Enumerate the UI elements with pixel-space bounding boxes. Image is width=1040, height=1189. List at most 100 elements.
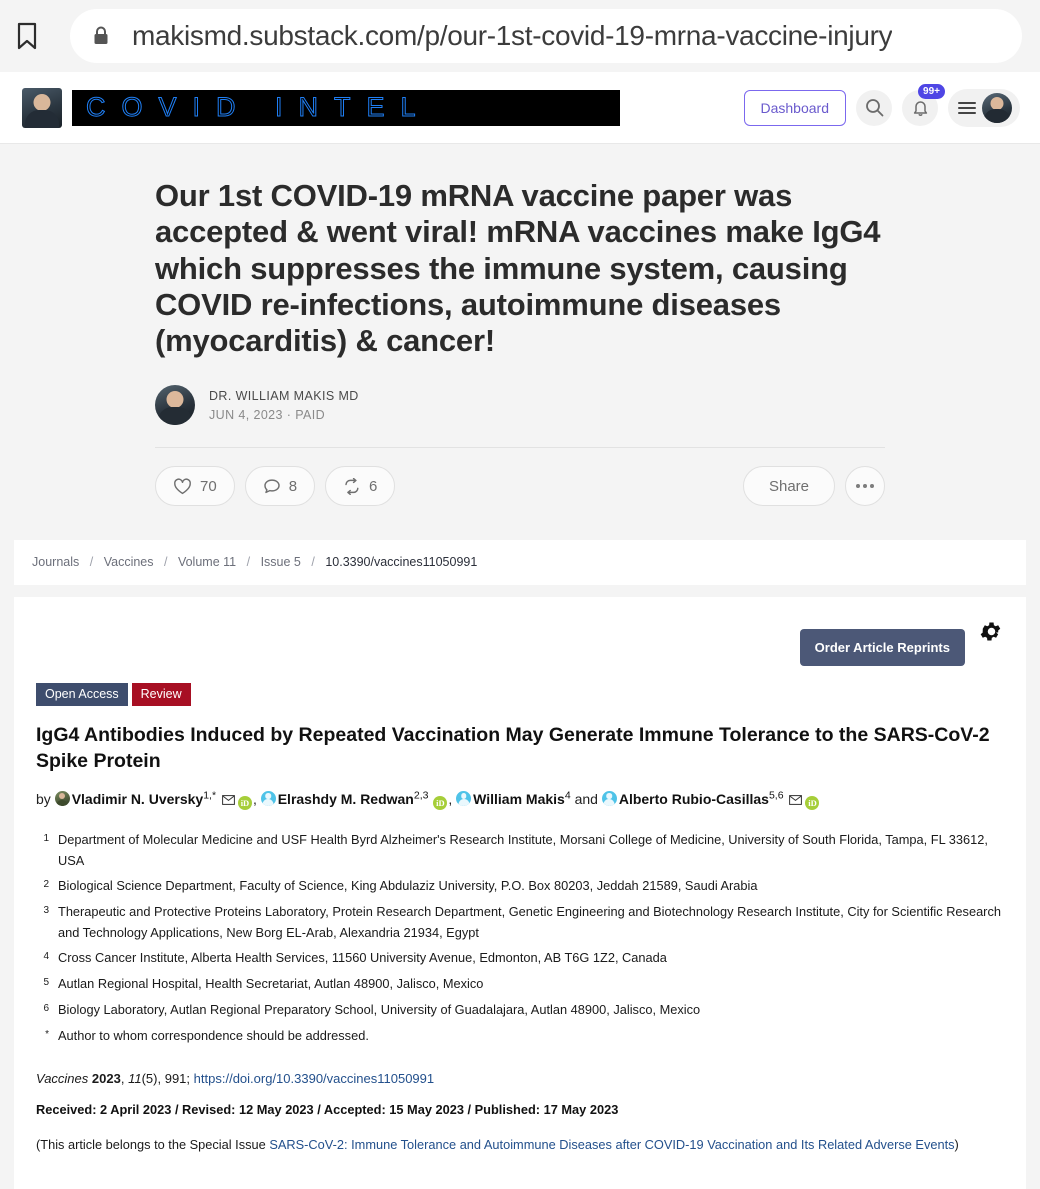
breadcrumb-item-journals[interactable]: Journals xyxy=(32,555,79,569)
orcid-icon[interactable]: iD xyxy=(433,795,448,810)
comment-icon xyxy=(263,479,280,493)
notification-badge: 99+ xyxy=(918,83,945,99)
breadcrumb-current: 10.3390/vaccines11050991 xyxy=(325,555,478,570)
author-avatar[interactable] xyxy=(155,385,195,426)
affiliation-text: Author to whom correspondence should be … xyxy=(58,1027,369,1043)
avatar[interactable] xyxy=(982,92,1012,123)
special-issue-link[interactable]: SARS-CoV-2: Immune Tolerance and Autoimm… xyxy=(269,1137,954,1152)
citation-article-number: 991 xyxy=(164,1071,187,1087)
author-separator: , xyxy=(448,790,453,807)
author-generic-avatar[interactable] xyxy=(601,790,617,806)
byline[interactable]: DR. WILLIAM MAKIS MD JUN 4, 2023 · PAID xyxy=(155,385,885,447)
list-item: 5 Autlan Regional Hospital, Health Secre… xyxy=(36,974,1004,995)
breadcrumb-separator: / xyxy=(89,555,94,570)
article-badges: Open Access Review xyxy=(36,683,1004,707)
affiliation-number: 5 xyxy=(43,977,49,989)
author-link-3[interactable]: William Makis xyxy=(473,791,565,807)
publication-name: COVID INTEL xyxy=(86,92,432,122)
special-issue-note: (This article belongs to the Special Iss… xyxy=(36,1135,1004,1156)
and-label: and xyxy=(574,790,598,807)
author-generic-avatar[interactable] xyxy=(456,790,472,806)
breadcrumb-item-issue[interactable]: Issue 5 xyxy=(261,555,301,569)
status-badge-open-access[interactable]: Open Access xyxy=(36,683,128,707)
breadcrumb-item-vaccines[interactable]: Vaccines xyxy=(104,555,154,569)
affiliation-number: 6 xyxy=(43,1002,49,1014)
dashboard-button[interactable]: Dashboard xyxy=(743,89,846,126)
affiliation-number: * xyxy=(45,1028,49,1040)
padlock-icon xyxy=(92,24,112,48)
orcid-icon[interactable]: iD xyxy=(805,795,820,810)
author-link-2[interactable]: Elrashdy M. Redwan xyxy=(278,791,414,807)
share-button[interactable]: Share xyxy=(742,466,835,507)
more-options-icon[interactable] xyxy=(845,466,885,507)
comment-count: 8 xyxy=(288,477,298,495)
post-actions: 70 8 6 Share xyxy=(155,448,885,528)
citation-comma: , xyxy=(120,1071,125,1087)
page-title: Our 1st COVID-19 mRNA vaccine paper was … xyxy=(155,178,881,359)
email-icon[interactable] xyxy=(789,786,803,814)
article-card: Order Article Reprints Open Access Revie… xyxy=(14,597,1026,1189)
article-title: IgG4 Antibodies Induced by Repeated Vacc… xyxy=(36,724,990,773)
author-separator: , xyxy=(252,790,257,807)
order-article-reprints-button[interactable]: Order Article Reprints xyxy=(799,629,965,667)
substack-header: COVID INTEL Dashboard 99+ xyxy=(0,72,1040,144)
publication-logo[interactable]: COVID INTEL xyxy=(22,87,744,128)
orcid-icon[interactable]: iD xyxy=(237,795,252,810)
author-affiliation-sup-3: 4 xyxy=(564,789,571,802)
affiliation-text: Therapeutic and Protective Proteins Labo… xyxy=(58,903,1001,940)
breadcrumb-separator: / xyxy=(246,555,251,570)
author-name[interactable]: DR. WILLIAM MAKIS MD xyxy=(209,389,359,403)
affiliation-list: 1 Department of Molecular Medicine and U… xyxy=(36,830,1004,1046)
menu-avatar-group[interactable] xyxy=(948,88,1020,127)
author-list: by Vladimir N. Uversky1,* iD, Elrashdy M… xyxy=(36,785,1004,814)
affiliation-number: 1 xyxy=(43,832,49,844)
author-generic-avatar[interactable] xyxy=(260,790,276,806)
breadcrumb-item-volume[interactable]: Volume 11 xyxy=(178,555,236,569)
status-badge-review[interactable]: Review xyxy=(131,683,191,707)
post-header-area: Our 1st COVID-19 mRNA vaccine paper was … xyxy=(0,144,1040,529)
comment-button[interactable]: 8 xyxy=(244,466,316,507)
citation-volume: 11 xyxy=(128,1071,142,1087)
affiliation-text: Autlan Regional Hospital, Health Secreta… xyxy=(58,976,484,992)
restack-icon xyxy=(345,477,359,495)
affiliation-text: Biological Science Department, Faculty o… xyxy=(58,878,758,894)
author-link-1[interactable]: Vladimir N. Uversky xyxy=(72,791,204,807)
bookmark-icon[interactable] xyxy=(14,19,40,53)
breadcrumb: Journals / Vaccines / Volume 11 / Issue … xyxy=(14,540,1026,586)
restack-button[interactable]: 6 xyxy=(325,466,396,507)
citation-block: Vaccines 2023, 11(5), 991; https://doi.o… xyxy=(36,1071,1004,1156)
browser-toolbar: makismd.substack.com/p/our-1st-covid-19-… xyxy=(0,0,1040,72)
email-icon[interactable] xyxy=(222,786,235,814)
author-photo-avatar[interactable] xyxy=(54,790,70,806)
affiliation-number: 4 xyxy=(43,951,49,963)
by-label: by xyxy=(36,790,51,807)
list-item: 1 Department of Molecular Medicine and U… xyxy=(36,830,1004,871)
publication-avatar xyxy=(22,87,62,128)
affiliation-number: 3 xyxy=(43,904,49,916)
list-item: 6 Biology Laboratory, Autlan Regional Pr… xyxy=(36,1000,1004,1021)
citation-semicolon: ; xyxy=(186,1071,191,1087)
list-item: 4 Cross Cancer Institute, Alberta Health… xyxy=(36,948,1004,969)
gear-icon[interactable] xyxy=(979,619,1004,649)
url-bar[interactable]: makismd.substack.com/p/our-1st-covid-19-… xyxy=(70,9,1022,63)
list-item: 3 Therapeutic and Protective Proteins La… xyxy=(36,902,1004,943)
heart-icon xyxy=(174,478,191,494)
bell-icon[interactable]: 99+ xyxy=(902,83,945,126)
publication-dates: Received: 2 April 2023 / Revised: 12 May… xyxy=(36,1102,619,1118)
affiliation-text: Department of Molecular Medicine and USF… xyxy=(58,831,988,868)
hamburger-menu-icon[interactable] xyxy=(958,101,976,114)
citation-year: 2023 xyxy=(91,1071,121,1087)
list-item: * Author to whom correspondence should b… xyxy=(36,1026,1004,1047)
covid-intel-wordmark: COVID INTEL xyxy=(72,89,620,126)
search-icon[interactable] xyxy=(856,89,892,126)
author-affiliation-sup-2: 2,3 xyxy=(413,789,429,802)
citation-issue: (5) xyxy=(141,1071,158,1087)
restack-count: 6 xyxy=(369,477,378,495)
like-count: 70 xyxy=(200,477,217,495)
url-text: makismd.substack.com/p/our-1st-covid-19-… xyxy=(132,20,893,51)
citation-line: Vaccines 2023, 11(5), 991; https://doi.o… xyxy=(36,1071,1004,1086)
doi-link[interactable]: https://doi.org/10.3390/vaccines11050991 xyxy=(194,1071,434,1086)
header-actions: Dashboard 99+ xyxy=(743,83,1020,127)
author-link-4[interactable]: Alberto Rubio-Casillas xyxy=(619,791,769,807)
like-button[interactable]: 70 xyxy=(155,466,235,507)
